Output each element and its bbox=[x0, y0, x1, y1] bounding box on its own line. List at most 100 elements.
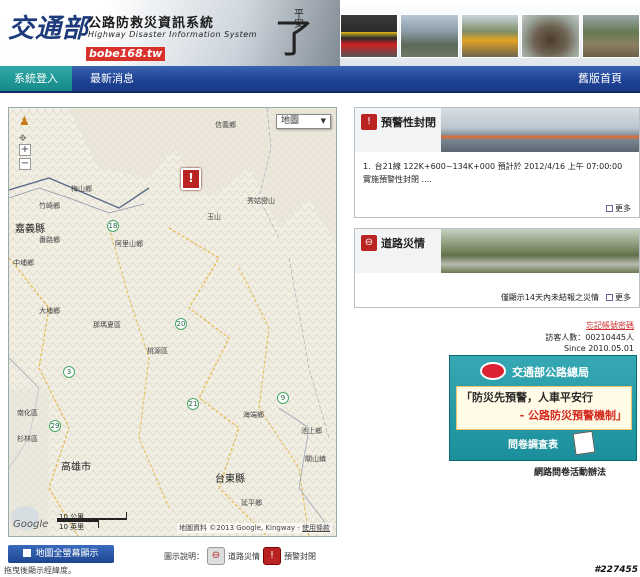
zoom-control: + − bbox=[19, 144, 31, 172]
more-label: 更多 bbox=[615, 204, 631, 213]
legend-warning-label: 預警封閉 bbox=[284, 551, 316, 561]
warning-closure-panel: ! 預警性封閉 1. 台21線 122K+600~134K+000 預計於 201… bbox=[354, 107, 640, 218]
banner-photo-sinkhole bbox=[521, 14, 580, 58]
scale-km: 10 公里 bbox=[57, 512, 127, 521]
survey-org: 交通部公路總局 bbox=[512, 366, 589, 379]
road-disaster-icon: ⊖ bbox=[361, 235, 377, 251]
nav-old-home-link[interactable]: 舊版首頁 bbox=[572, 66, 628, 91]
road-shield-icon: 3 bbox=[63, 366, 75, 378]
disaster-map[interactable]: ♟ ✥ + − 地圖 ▼ ! 信義鄉 梅山鄉 竹崎鄉 嘉義縣 番路鄉 阿里山鄉 … bbox=[8, 107, 337, 537]
legend-label: 圖示說明： bbox=[164, 551, 204, 561]
map-type-value: 地圖 bbox=[281, 116, 300, 126]
survey-cta: 問卷調查表 bbox=[508, 440, 558, 451]
slogan-line-1: 「防災先預警，人車平安行 bbox=[461, 391, 593, 404]
place-label: 海端鄉 bbox=[243, 411, 264, 419]
watermark: #227455 bbox=[594, 565, 638, 575]
nav-login-link[interactable]: 系統登入 bbox=[0, 66, 72, 91]
site-title: 公路防救災資訊系統 bbox=[88, 16, 215, 31]
survey-caption-link[interactable]: 網路問卷活動辦法 bbox=[534, 465, 606, 478]
fullscreen-icon bbox=[23, 549, 32, 557]
place-label: 池上鄉 bbox=[301, 427, 322, 435]
copyright-text: 地圖資料 ©2013 Google, Kingway - bbox=[179, 524, 300, 532]
warning-closure-item[interactable]: 1. 台21線 122K+600~134K+000 預計於 2012/4/16 上… bbox=[355, 152, 639, 186]
map-terrain bbox=[9, 108, 336, 536]
warning-more-link[interactable]: 更多 bbox=[606, 203, 631, 214]
place-label: 南化區 bbox=[17, 409, 38, 417]
road-shield-icon: 21 bbox=[187, 398, 199, 410]
road-shield-icon: 18 bbox=[107, 220, 119, 232]
place-label: 台東縣 bbox=[215, 474, 245, 485]
warning-closure-icon: ! bbox=[263, 547, 281, 565]
visitor-count: 訪客人數：00210445人 bbox=[545, 333, 634, 342]
more-label: 更多 bbox=[615, 293, 631, 302]
warning-closure-marker-icon[interactable]: ! bbox=[181, 168, 201, 190]
more-icon bbox=[606, 294, 613, 301]
banner-photo-excavator bbox=[460, 14, 520, 58]
place-label: 嘉義縣 bbox=[15, 224, 45, 235]
road-disaster-icon: ⊖ bbox=[207, 547, 225, 565]
terms-link[interactable]: 使用條款 bbox=[302, 524, 330, 532]
survey-slogan: 「防災先預警，人車平安行 - 公路防災預警機制」 bbox=[456, 386, 632, 430]
warning-closure-header: ! 預警性封閉 bbox=[355, 108, 639, 152]
mot-logo: 交通部 bbox=[8, 14, 90, 44]
legend-disaster-label: 道路災情 bbox=[228, 551, 260, 561]
form-paper-icon bbox=[572, 430, 596, 456]
place-label: 大埔鄉 bbox=[39, 307, 60, 315]
peace-text: 平安 bbox=[294, 9, 304, 30]
drag-hint: 拖曳後顯示經緯度。 bbox=[4, 566, 76, 575]
place-label: 桃源區 bbox=[147, 347, 168, 355]
place-label: 梅山鄉 bbox=[71, 185, 92, 193]
map-legend: 圖示說明： ⊖ 道路災情 ! 預警封閉 bbox=[164, 547, 316, 565]
road-shield-icon: 9 bbox=[277, 392, 289, 404]
visitor-since: Since 2010.05.01 bbox=[563, 344, 634, 353]
disaster-header-photo bbox=[441, 229, 639, 273]
hash-label: bobe168.tw bbox=[86, 47, 166, 61]
warning-closure-title: 預警性封閉 bbox=[381, 116, 436, 129]
map-copyright: 地圖資料 ©2013 Google, Kingway - 使用條款 bbox=[177, 523, 332, 533]
banner-photo-bridge bbox=[400, 14, 459, 58]
road-disaster-title: 道路災情 bbox=[381, 237, 425, 250]
visitor-counter: 訪客人數：00210445人 Since 2010.05.01 bbox=[545, 332, 634, 354]
map-fullscreen-button[interactable]: 地圖全螢幕顯示 bbox=[8, 545, 114, 563]
place-label: 那瑪夏區 bbox=[93, 321, 121, 329]
pan-control-icon[interactable]: ✥ bbox=[19, 134, 27, 144]
more-icon bbox=[606, 205, 613, 212]
banner-photo-strip bbox=[340, 14, 640, 62]
survey-banner[interactable]: 交通部公路總局 「防災先預警，人車平安行 - 公路防災預警機制」 問卷調查表 bbox=[449, 355, 637, 461]
map-type-select[interactable]: 地圖 ▼ bbox=[276, 114, 331, 129]
place-label: 關山鎮 bbox=[305, 455, 326, 463]
warning-header-photo bbox=[441, 108, 639, 152]
place-label: 高雄市 bbox=[61, 462, 91, 473]
google-logo: Google bbox=[13, 519, 49, 530]
header-banner: 交通部 公路防救災資訊系統 Highway Disaster Informati… bbox=[0, 0, 640, 66]
slogan-line-2: - 公路防災預警機制」 bbox=[519, 409, 627, 422]
road-disaster-panel: ⊖ 道路災情 僅顯示14天內未結報之災情 更多 bbox=[354, 228, 640, 308]
place-label: 竹崎鄉 bbox=[39, 202, 60, 210]
scale-mi: 10 英里 bbox=[57, 520, 99, 531]
zoom-in-button[interactable]: + bbox=[19, 144, 31, 156]
zoom-out-button[interactable]: − bbox=[19, 158, 31, 170]
main-nav: 系統登入 最新消息 舊版首頁 bbox=[0, 66, 640, 93]
item-number: 1. bbox=[363, 162, 371, 171]
nav-news-link[interactable]: 最新消息 bbox=[80, 66, 144, 91]
road-disaster-header: ⊖ 道路災情 bbox=[355, 229, 639, 273]
chevron-down-icon: ▼ bbox=[320, 117, 326, 125]
fullscreen-label: 地圖全螢幕顯示 bbox=[35, 549, 99, 559]
place-label: 阿里山鄉 bbox=[115, 240, 143, 248]
disaster-note: 僅顯示14天內未結報之災情 bbox=[500, 293, 599, 302]
place-label: 延平鄉 bbox=[241, 499, 262, 507]
highway-bureau-logo-icon bbox=[480, 362, 506, 380]
place-label: 玉山 bbox=[207, 213, 221, 221]
forgot-password-link[interactable]: 忘記帳號密碼 bbox=[586, 320, 634, 331]
item-text: 台21線 122K+600~134K+000 預計於 2012/4/16 上午 … bbox=[363, 162, 623, 184]
street-view-pegman-icon[interactable]: ♟ bbox=[19, 114, 33, 134]
road-shield-icon: 29 bbox=[49, 420, 61, 432]
place-label: 番路鄉 bbox=[39, 236, 60, 244]
place-label: 杉林區 bbox=[17, 435, 38, 443]
banner-photo-barrier bbox=[340, 14, 399, 58]
warning-closure-icon: ! bbox=[361, 114, 377, 130]
map-scale: 10 公里 10 英里 bbox=[57, 512, 127, 531]
peace-mark-logo: 了 平安 bbox=[270, 6, 334, 63]
disaster-more-link[interactable]: 更多 bbox=[606, 292, 631, 303]
place-label: 信義鄉 bbox=[215, 121, 236, 129]
